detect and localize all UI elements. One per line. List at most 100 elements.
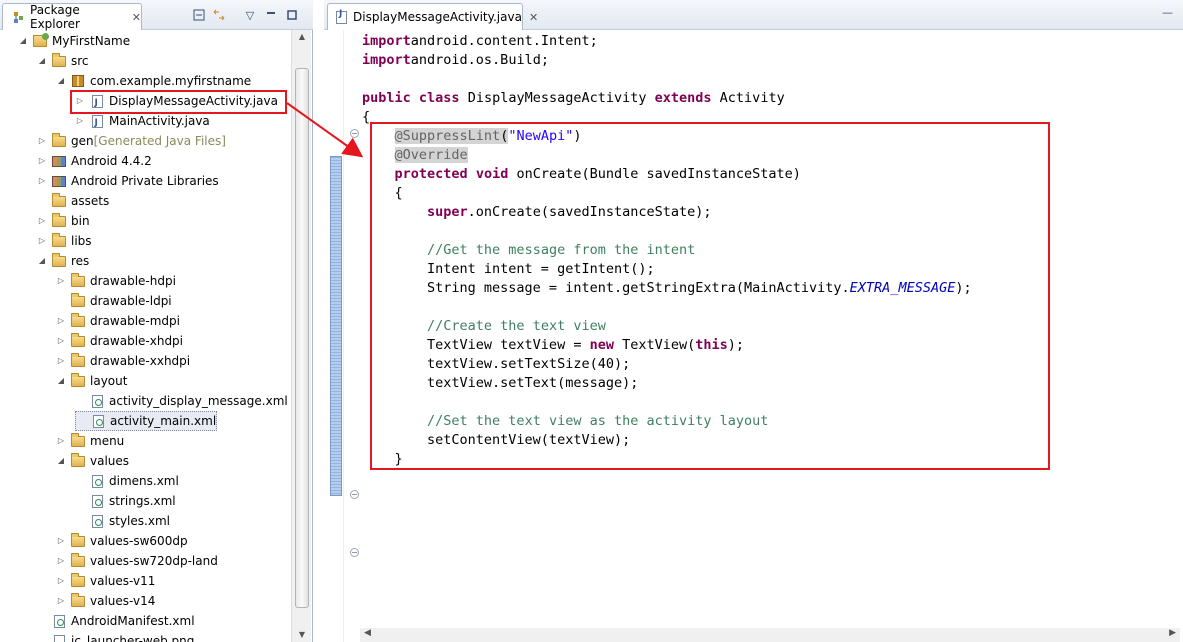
tree-item[interactable]: activity_main.xml [75,411,218,431]
tree-item[interactable]: ▷ libs [37,231,92,251]
folder-icon [51,132,67,148]
expanded-arrow-icon[interactable]: ◢ [37,51,47,71]
tree-item[interactable]: ▷ drawable-xxhdpi [56,351,190,371]
tree-item[interactable]: ▷ bin [37,211,90,231]
collapsed-arrow-icon[interactable]: ▷ [56,551,66,571]
tree-item-label: src [71,54,89,68]
tree-item[interactable]: ◢ values [56,451,129,471]
collapsed-arrow-icon[interactable]: ▷ [56,571,66,591]
collapsed-arrow-icon[interactable]: ▷ [56,431,66,451]
tree-item-label: drawable-ldpi [90,294,172,308]
tree-item-label: values [90,454,130,468]
tree-item-label: bin [71,214,90,228]
package-icon [70,74,86,88]
tree-item[interactable]: styles.xml [75,511,170,531]
collapsed-arrow-icon[interactable]: ▷ [56,311,66,331]
collapsed-arrow-icon[interactable]: ▷ [56,591,66,611]
close-icon[interactable]: ✕ [132,12,141,23]
collapsed-arrow-icon[interactable]: ▷ [75,111,85,131]
tree-item-label: AndroidManifest.xml [71,614,195,628]
link-with-editor-icon[interactable] [212,8,226,22]
tree-item-label: values-sw720dp-land [90,554,218,568]
tree-item[interactable]: ▷ menu [56,431,124,451]
scroll-up-icon[interactable]: ▲ [292,30,312,44]
tree-item[interactable]: ▷ values-v11 [56,571,155,591]
tree-item[interactable]: AndroidManifest.xml [37,611,195,631]
scroll-right-icon[interactable]: ▶ [1169,628,1176,638]
folder-icon [70,432,86,448]
collapsed-arrow-icon[interactable]: ▷ [37,131,47,151]
scroll-down-icon[interactable]: ▼ [292,628,312,642]
fold-collapse-icon[interactable]: − [350,548,359,557]
tree-scrollbar[interactable]: ▲ ▼ [291,30,311,642]
tree-item-label: menu [90,434,125,448]
collapsed-arrow-icon[interactable]: ▷ [56,531,66,551]
tree-item[interactable]: ▷ MainActivity.java [75,111,210,133]
tab-display-message-activity[interactable]: DisplayMessageActivity.java ✕ [327,3,538,30]
tree-item[interactable]: drawable-ldpi [56,291,172,311]
collapsed-arrow-icon[interactable]: ▷ [37,151,47,171]
tree-item[interactable]: ▷ Android Private Libraries [37,171,219,191]
tree-item[interactable]: ▷ drawable-mdpi [56,311,180,331]
tree-item[interactable]: ◢ MyFirstName [18,31,130,51]
collapsed-arrow-icon[interactable]: ▷ [56,351,66,371]
expanded-arrow-icon[interactable]: ◢ [56,371,66,391]
tree-item[interactable]: ▷ gen [Generated Java Files] [37,131,226,151]
package-explorer-title: Package Explorer [30,3,80,31]
tree-item[interactable]: ▷ drawable-hdpi [56,271,176,291]
folder-icon [51,52,67,68]
tree-item[interactable]: activity_display_message.xml [75,391,288,411]
close-icon[interactable]: ✕ [529,12,538,23]
tree-item[interactable]: ▷ values-v14 [56,591,155,611]
tree-item-label: activity_main.xml [110,414,217,428]
tree-item[interactable]: ▷ drawable-xhdpi [56,331,183,351]
tree-item[interactable]: ▷ Android 4.4.2 [37,151,152,171]
package-explorer-icon [13,11,24,24]
scroll-left-icon[interactable]: ◀ [364,628,371,638]
xml-file-icon [90,414,106,428]
tree-item[interactable]: strings.xml [75,491,176,511]
tree-item-label: activity_display_message.xml [109,394,288,408]
tree-item[interactable]: dimens.xml [75,471,179,491]
expanded-arrow-icon[interactable]: ◢ [56,71,66,91]
minimize-icon[interactable] [264,8,278,22]
tree-item[interactable]: ◢ layout [56,371,127,391]
view-menu-icon[interactable]: ▽ [243,8,257,22]
collapsed-arrow-icon[interactable]: ▷ [37,171,47,191]
maximize-icon[interactable] [285,8,299,22]
tree-scroll-thumb[interactable] [295,68,309,608]
folder-icon [51,232,67,248]
code-line: public class DisplayMessageActivity exte… [362,90,785,106]
library-icon [51,174,67,188]
collapsed-arrow-icon[interactable]: ▷ [56,331,66,351]
project-icon [32,33,49,48]
tree-item[interactable]: ▷ values-sw720dp-land [56,551,218,571]
folder-icon [70,272,86,288]
folder-icon [70,592,86,608]
xml-file-icon [89,394,105,408]
tree-item-label: gen [71,134,94,148]
highlight-box-file [70,90,287,114]
editor-horizontal-scrollbar[interactable]: ◀ ▶ [360,628,1180,642]
tree-item[interactable]: ◢ res [37,251,89,271]
tree-item[interactable]: ◢ src [37,51,89,71]
expanded-arrow-icon[interactable]: ◢ [18,31,28,51]
fold-collapse-icon[interactable]: − [350,129,359,138]
collapsed-arrow-icon[interactable]: ▷ [37,231,47,251]
package-explorer-tab[interactable]: Package Explorer ✕ [2,3,142,31]
tree-item[interactable]: assets [37,191,109,211]
collapsed-arrow-icon[interactable]: ▷ [56,271,66,291]
tree-item[interactable]: ◢ com.example.myfirstname [56,71,251,91]
tree-item[interactable]: ▷ values-sw600dp [56,531,188,551]
tree-item-label: strings.xml [109,494,176,508]
tree-item[interactable]: ic_launcher-web.png [37,631,194,642]
expanded-arrow-icon[interactable]: ◢ [37,251,47,271]
project-tree: ◢ MyFirstName ◢ src ◢ com.example.myfirstname… [0,30,291,642]
fold-collapse-icon[interactable]: − [350,490,359,499]
minimize-icon[interactable]: — [1162,6,1173,19]
collapsed-arrow-icon[interactable]: ▷ [37,211,47,231]
expanded-arrow-icon[interactable]: ◢ [56,451,66,471]
xml-file-icon [89,474,105,488]
tree-item-label: drawable-xhdpi [90,334,184,348]
collapse-all-icon[interactable] [192,8,206,22]
